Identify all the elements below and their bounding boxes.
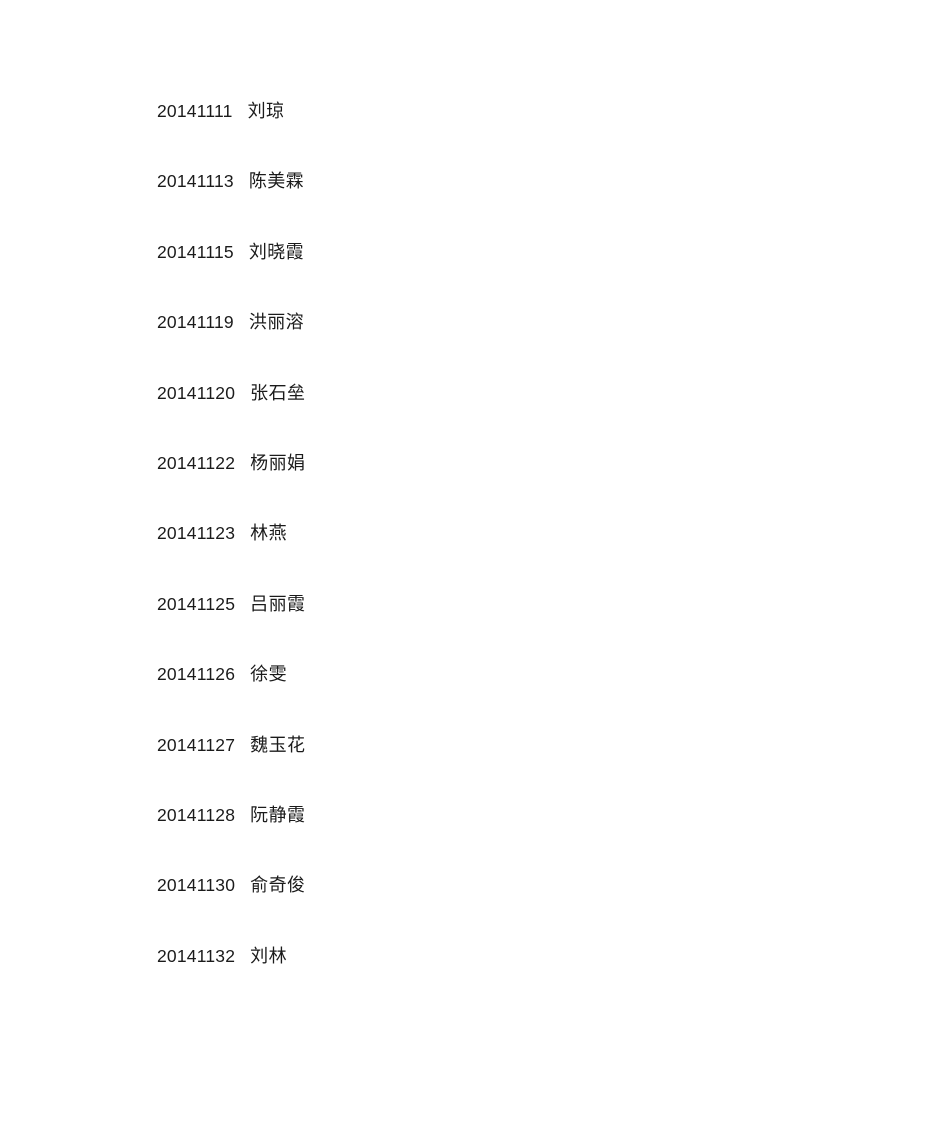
entry-id: 20141120 [157,382,236,403]
entry-id: 20141132 [157,945,236,966]
entry-id: 20141125 [157,593,236,614]
entry-id: 20141111 [157,101,233,121]
list-item: 20141119 洪丽溶 [157,307,797,377]
entry-id: 20141126 [157,664,236,685]
entry-name: 张石垒 [250,382,306,404]
entry-id: 20141119 [157,312,234,333]
list-item: 20141113 陈美霖 [157,166,797,236]
list-item: 20141115 刘晓霞 [157,237,797,307]
list-item: 20141122 杨丽娟 [157,448,797,518]
entry-name: 阮静霞 [250,804,306,826]
list-item: 20141120 张石垒 [157,378,797,448]
entry-id: 20141122 [157,452,236,473]
entry-name: 杨丽娟 [250,452,306,474]
entry-name: 洪丽溶 [248,312,305,334]
entry-name: 徐雯 [250,664,287,686]
entry-name: 吕丽霞 [250,593,306,615]
entry-name: 刘晓霞 [248,241,305,263]
entry-name: 林燕 [250,523,287,545]
entry-id: 20141127 [157,734,236,755]
entry-name: 俞奇俊 [250,875,306,897]
list-item: 20141111 刘琼 [157,96,797,166]
list-item: 20141126 徐雯 [157,659,797,729]
list-item: 20141130 俞奇俊 [157,870,797,940]
entry-name: 魏玉花 [250,734,306,756]
list-item: 20141123 林燕 [157,518,797,588]
list-item: 20141132 刘林 [157,941,797,1011]
entry-id: 20141113 [157,171,234,192]
entry-name: 刘琼 [247,101,285,122]
document-page: 20141111 刘琼 20141113 陈美霖 20141115 刘晓霞 20141… [0,0,945,1123]
list-item: 20141125 吕丽霞 [157,589,797,659]
entry-id: 20141130 [157,875,236,896]
list-item: 20141127 魏玉花 [157,730,797,800]
name-roster-list: 20141111 刘琼 20141113 陈美霖 20141115 刘晓霞 20141… [157,96,797,1011]
entry-id: 20141123 [157,523,236,544]
entry-name: 陈美霖 [248,171,305,193]
entry-id: 20141128 [157,804,236,825]
entry-id: 20141115 [157,241,234,262]
entry-name: 刘林 [250,945,287,967]
list-item: 20141128 阮静霞 [157,800,797,870]
